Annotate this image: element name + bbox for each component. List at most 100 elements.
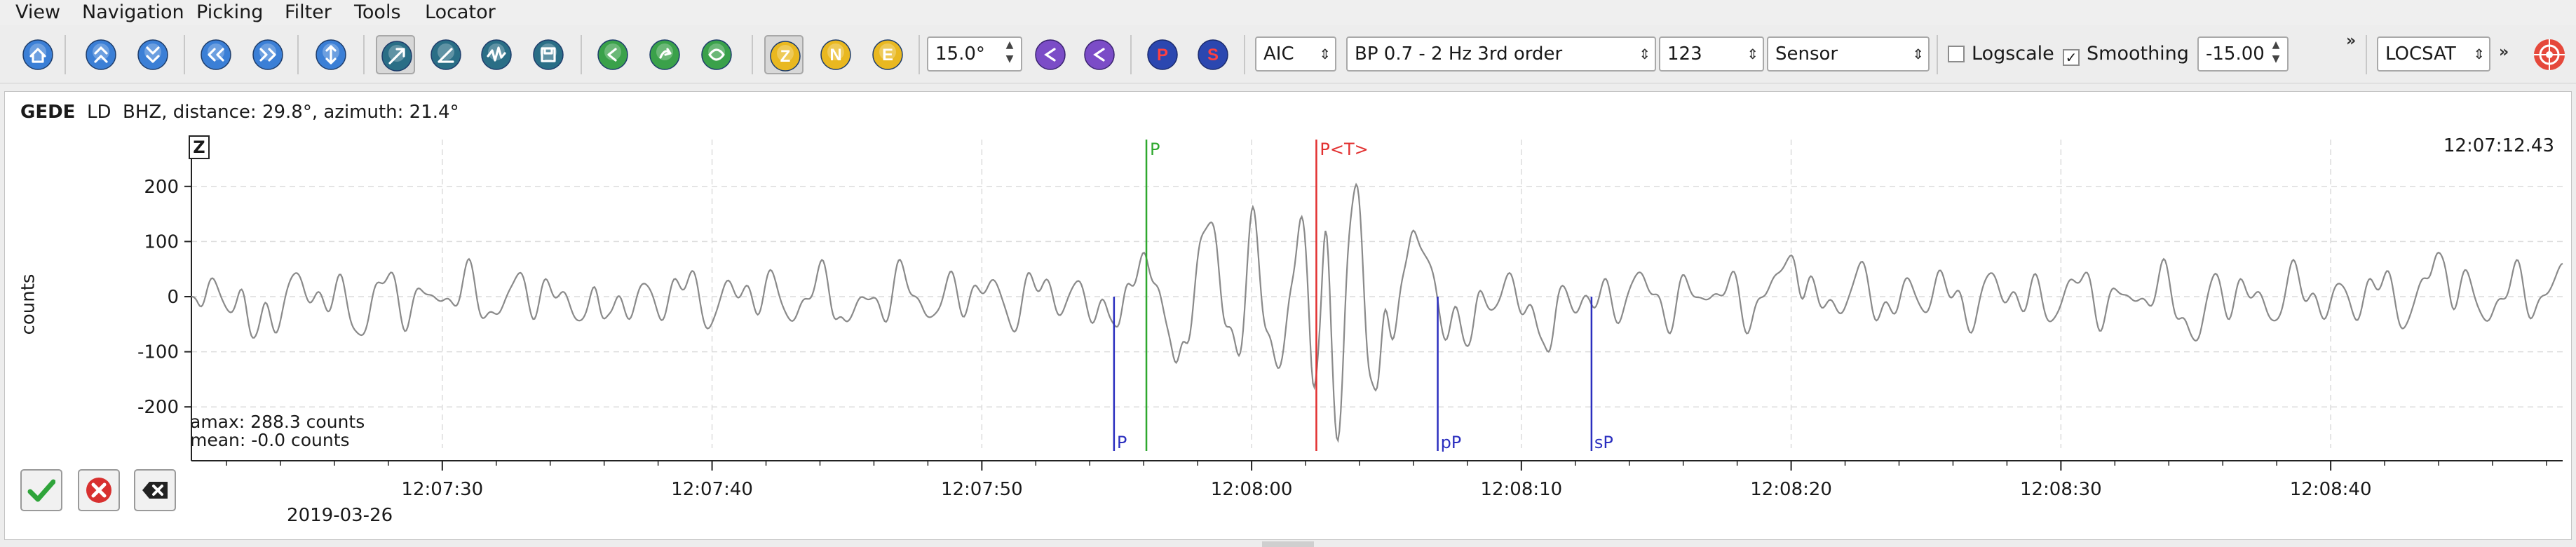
svg-text:E: E (882, 46, 893, 65)
picker-value: AIC (1263, 43, 1294, 65)
toolbar-separator (1244, 35, 1245, 74)
smoothing-checkbox[interactable]: ✓ Smoothing (2063, 43, 2189, 66)
menu-view[interactable]: View (13, 2, 63, 23)
menu-picking[interactable]: Picking (194, 2, 266, 23)
x-tick-label: 12:08:00 (1211, 479, 1293, 500)
reference-time: 12:07:12.43 (2443, 135, 2554, 156)
horizontal-scroll-handle[interactable] (1262, 541, 1314, 547)
filter-select[interactable]: BP 0.7 - 2 Hz 3rd order ⇕ (1346, 36, 1656, 72)
toolbar-overflow-icon[interactable]: » (2499, 43, 2509, 61)
locate-target-icon[interactable] (2530, 35, 2569, 74)
y-tick-label: 200 (144, 177, 179, 198)
smoothing-spinbox[interactable]: -15.00 ▲ ▼ (2197, 36, 2289, 72)
smoothing-value: -15.00 (2206, 43, 2265, 65)
picker-select[interactable]: AIC ⇕ (1255, 36, 1336, 72)
scroll-up-icon[interactable] (81, 35, 121, 74)
align-icon[interactable] (376, 35, 415, 74)
toolbar-overflow-icon[interactable]: » (2346, 32, 2356, 50)
logscale-checkbox-box[interactable] (1948, 46, 1965, 62)
scroll-right-icon[interactable] (248, 35, 287, 74)
pick-label: P (1150, 140, 1160, 159)
x-tick-label: 12:07:40 (671, 479, 753, 500)
toolbar-separator (363, 35, 365, 74)
check-icon[interactable]: ✓ (2063, 49, 2080, 66)
pick-label: P<T> (1320, 140, 1368, 159)
updown-arrow-icon: ⇕ (1747, 46, 1758, 62)
theoretical-pick-label: P (1117, 433, 1127, 452)
phase-next-icon[interactable] (1080, 35, 1119, 74)
phase-p-icon[interactable]: P (1143, 35, 1182, 74)
logscale-label: Logscale (1972, 43, 2054, 65)
check-icon (27, 479, 55, 502)
trace-panel[interactable]: GEDE LD BHZ, distance: 29.8°, azimuth: 2… (4, 91, 2572, 540)
backspace-icon (142, 482, 168, 499)
component-n-icon[interactable]: N (816, 35, 855, 74)
menu-tools[interactable]: Tools (351, 2, 404, 23)
toolbar-separator (752, 35, 753, 74)
svg-text:P: P (1157, 46, 1168, 65)
save-trace-icon[interactable] (529, 35, 568, 74)
unit-select[interactable]: Sensor ⇕ (1767, 36, 1930, 72)
locator-value: LOCSAT (2385, 43, 2456, 65)
menu-bar: View Navigation Picking Filter Tools Loc… (0, 0, 2576, 25)
toolbar-separator (1937, 35, 1938, 74)
logscale-checkbox[interactable]: Logscale (1948, 43, 2054, 65)
toolbar-separator (1130, 35, 1132, 74)
toolbar-separator (2366, 35, 2367, 74)
close-icon (86, 478, 111, 503)
toolbar-separator (184, 35, 185, 74)
angle-icon[interactable] (426, 35, 466, 74)
pick-relocate-icon[interactable] (697, 35, 736, 74)
y-tick-label: -200 (137, 397, 179, 418)
x-tick-label: 12:07:30 (401, 479, 483, 500)
menu-locator[interactable]: Locator (422, 2, 499, 23)
locator-select[interactable]: LOCSAT ⇕ (2377, 36, 2490, 72)
theoretical-pick-label: pP (1441, 433, 1462, 452)
scroll-down-icon[interactable] (133, 35, 172, 74)
date-label: 2019-03-26 (287, 505, 393, 526)
component-e-icon[interactable]: E (868, 35, 907, 74)
waveform-icon[interactable] (477, 35, 516, 74)
phase-s-icon[interactable]: S (1193, 35, 1233, 74)
stream-select[interactable]: 123 ⇕ (1659, 36, 1764, 72)
stream-value: 123 (1667, 43, 1702, 65)
rotation-spinbox[interactable]: 15.0° ▲ ▼ (927, 36, 1022, 72)
menu-filter[interactable]: Filter (282, 2, 334, 23)
svg-text:N: N (829, 46, 841, 65)
updown-arrow-icon: ⇕ (1319, 46, 1331, 62)
delete-pick-button[interactable] (134, 469, 176, 511)
x-tick-label: 12:07:50 (941, 479, 1023, 500)
accept-button[interactable] (20, 469, 62, 511)
unit-value: Sensor (1775, 43, 1838, 65)
waveform-plot[interactable]: 200 100 0 -100 -200 12:07:30 12:07:40 12:07:50 1… (5, 92, 2572, 541)
toolbar: Z N E 15.0° ▲ ▼ P S AIC ⇕ BP 0.7 - 2 Hz 3rd … (0, 25, 2576, 83)
filter-value: BP 0.7 - 2 Hz 3rd order (1355, 43, 1563, 65)
y-tick-label: -100 (137, 342, 179, 363)
home-icon[interactable] (18, 35, 57, 74)
y-tick-label: 100 (144, 231, 179, 252)
amplitude-stats: amax: 288.3 counts mean: -0.0 counts (190, 413, 365, 450)
menu-navigation[interactable]: Navigation (79, 2, 187, 23)
theoretical-pick-label: sP (1594, 433, 1613, 452)
svg-text:Z: Z (780, 47, 791, 66)
scroll-left-icon[interactable] (196, 35, 236, 74)
toolbar-separator (581, 35, 582, 74)
component-box[interactable]: Z (189, 135, 210, 159)
component-z-icon[interactable]: Z (764, 35, 804, 74)
phase-prev-icon[interactable] (1031, 35, 1070, 74)
toolbar-separator (918, 35, 920, 74)
x-tick-label: 12:08:20 (1750, 479, 1832, 500)
svg-text:S: S (1207, 46, 1219, 65)
zoom-vertical-icon[interactable] (311, 35, 351, 74)
pick-next-icon[interactable] (645, 35, 684, 74)
smoothing-label: Smoothing (2087, 43, 2189, 65)
spin-arrows-icon[interactable]: ▲ ▼ (1001, 38, 1018, 70)
reject-button[interactable] (78, 469, 120, 511)
y-tick-label: 0 (167, 287, 179, 308)
spin-arrows-icon[interactable]: ▲ ▼ (2267, 38, 2284, 70)
pick-prev-icon[interactable] (593, 35, 632, 74)
updown-arrow-icon: ⇕ (2473, 46, 2485, 62)
updown-arrow-icon: ⇕ (1912, 46, 1924, 62)
toolbar-separator (297, 35, 299, 74)
rotation-value: 15.0° (935, 43, 985, 65)
